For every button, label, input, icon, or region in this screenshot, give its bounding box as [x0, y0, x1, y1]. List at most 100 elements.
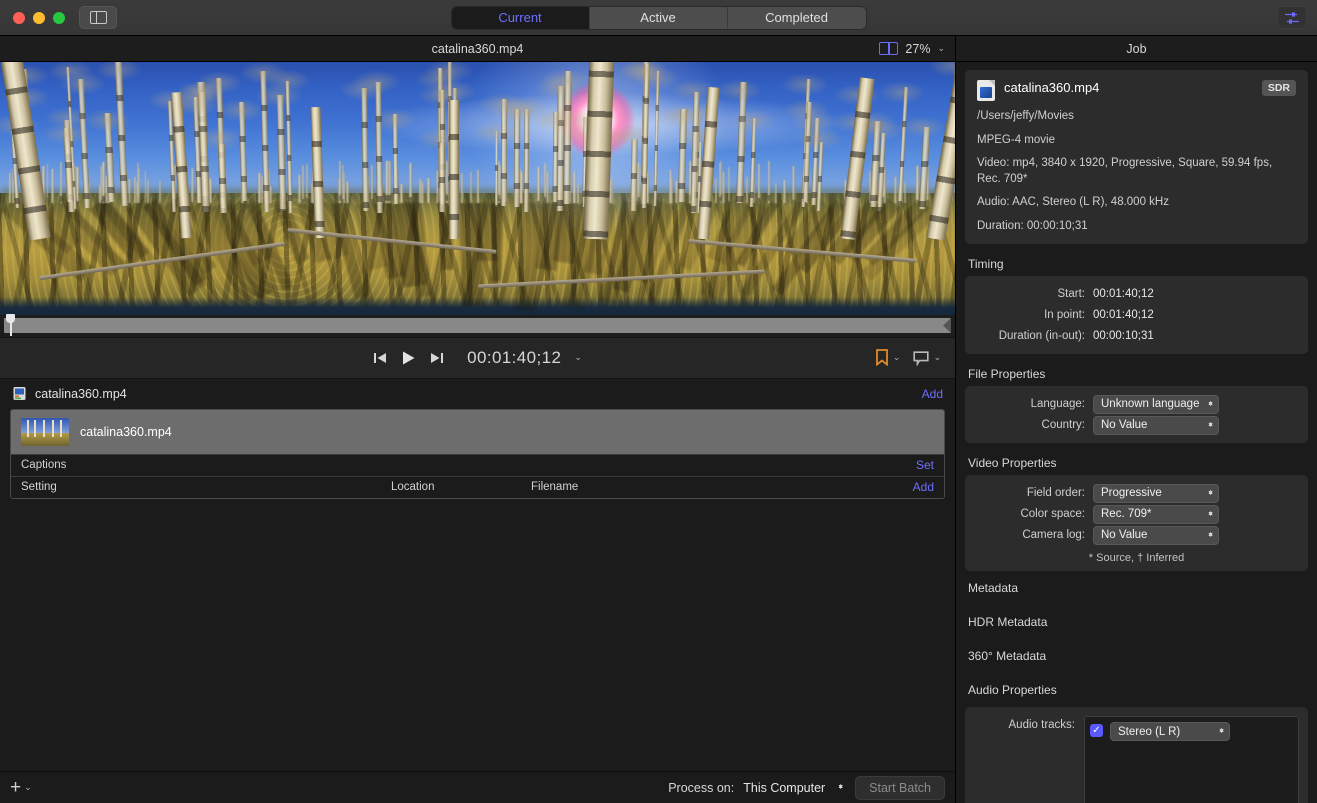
360-metadata-section-title[interactable]: 360° Metadata: [968, 639, 1308, 673]
go-to-start-button[interactable]: [373, 351, 388, 365]
captions-row[interactable]: Captions Set: [11, 454, 944, 476]
inspector-content[interactable]: catalina360.mp4 SDR /Users/jeffy/Movies …: [956, 62, 1317, 803]
batch-job-add-link[interactable]: Add: [922, 387, 943, 401]
batch-job-header-row[interactable]: catalina360.mp4 Add: [0, 379, 955, 409]
play-button[interactable]: [401, 350, 416, 366]
metadata-section-title[interactable]: Metadata: [968, 571, 1308, 605]
setting-add-link[interactable]: Add: [913, 480, 934, 494]
process-on-label: Process on:: [668, 781, 734, 795]
captions-label: Captions: [21, 459, 391, 471]
close-window-button[interactable]: [13, 12, 25, 24]
scrubber-end-cap: [943, 318, 951, 333]
camera-log-label: Camera log:: [975, 529, 1085, 541]
preview-title: catalina360.mp4: [432, 42, 524, 56]
inspector-header: Job: [956, 36, 1317, 62]
file-properties-row-language: Language: Unknown language ▲▼: [965, 394, 1308, 414]
zoom-window-button[interactable]: [53, 12, 65, 24]
playhead-handle[interactable]: [6, 314, 15, 336]
minimize-window-button[interactable]: [33, 12, 45, 24]
marker-chevron-down-icon[interactable]: ⌄: [893, 352, 901, 363]
job-card-filename: catalina360.mp4: [80, 425, 172, 439]
go-to-end-button[interactable]: [429, 351, 444, 365]
caption-bubble-icon: [913, 350, 929, 366]
setting-columns-row[interactable]: Setting Location Filename Add: [11, 476, 944, 498]
titlebar: Current Active Completed: [0, 0, 1317, 36]
video-preview[interactable]: [0, 62, 955, 315]
file-properties-row-country: Country: No Value ▲▼: [965, 415, 1308, 435]
compressor-window: Current Active Completed catalina360.mp4: [0, 0, 1317, 803]
caption-chevron-down-icon[interactable]: ⌄: [933, 352, 941, 363]
source-audio-summary: Audio: AAC, Stereo (L R), 48.000 kHz: [977, 195, 1296, 211]
country-value: No Value: [1101, 419, 1147, 431]
timing-rows: Start: 00:01:40;12 In point: 00:01:40;12…: [965, 276, 1308, 354]
job-card[interactable]: catalina360.mp4 Captions Set Setting Loc…: [10, 409, 945, 499]
up-down-arrows-icon: ▲▼: [1207, 535, 1214, 536]
start-batch-button[interactable]: Start Batch: [855, 776, 945, 800]
split-view-icon[interactable]: [879, 42, 898, 55]
video-properties-row-field-order: Field order: Progressive ▲▼: [965, 483, 1308, 503]
timecode-chevron-down-icon[interactable]: ⌄: [574, 352, 582, 363]
scrubber-track[interactable]: [4, 318, 951, 333]
inspector-toggle-button[interactable]: [1277, 6, 1307, 29]
hdr-metadata-section-title[interactable]: HDR Metadata: [968, 605, 1308, 639]
tab-completed[interactable]: Completed: [728, 7, 866, 29]
process-on-value: This Computer: [743, 781, 825, 795]
color-space-value: Rec. 709*: [1101, 508, 1152, 520]
marker-menu[interactable]: ⌄: [875, 349, 901, 366]
process-on-popup[interactable]: This Computer ▲▼: [743, 781, 844, 795]
job-card-main-row[interactable]: catalina360.mp4: [11, 410, 944, 454]
transport-right-controls: ⌄ ⌄: [875, 349, 941, 366]
column-header-filename: Filename: [531, 481, 913, 493]
batch-view-segmented-control[interactable]: Current Active Completed: [451, 6, 867, 30]
audio-tracks-list[interactable]: ✓ Stereo (L R) ▲▼: [1084, 716, 1299, 803]
source-duration: Duration: 00:00:10;31: [977, 219, 1296, 235]
source-video-summary: Video: mp4, 3840 x 1920, Progressive, Sq…: [977, 156, 1296, 187]
sidebar-toggle-button[interactable]: [79, 6, 117, 29]
preview-header: catalina360.mp4 27% ⌄: [0, 36, 955, 62]
up-down-arrows-icon: ▲▼: [1207, 514, 1214, 515]
timing-start-value[interactable]: 00:01:40;12: [1093, 288, 1154, 300]
inspector-title: Job: [1126, 42, 1146, 56]
audio-track-popup[interactable]: Stereo (L R) ▲▼: [1110, 722, 1230, 741]
timing-in-point-value[interactable]: 00:01:40;12: [1093, 309, 1154, 321]
timing-duration-value[interactable]: 00:00:10;31: [1093, 330, 1154, 342]
field-order-popup[interactable]: Progressive ▲▼: [1093, 484, 1219, 503]
batch-empty-area[interactable]: [0, 499, 955, 772]
captions-set-link[interactable]: Set: [916, 458, 934, 472]
current-timecode[interactable]: 00:01:40;12: [467, 348, 561, 368]
bookmark-marker-icon: [875, 349, 889, 366]
caption-menu[interactable]: ⌄: [913, 350, 941, 366]
source-file-card: catalina360.mp4 SDR /Users/jeffy/Movies …: [965, 70, 1308, 244]
video-frame-360-forest: [0, 62, 955, 315]
sliders-icon: [1284, 11, 1300, 25]
camera-log-popup[interactable]: No Value ▲▼: [1093, 526, 1219, 545]
chevron-down-icon[interactable]: ⌄: [937, 43, 945, 54]
batch-list: catalina360.mp4 Add c: [0, 379, 955, 772]
source-file-kind: MPEG-4 movie: [977, 133, 1296, 149]
color-space-popup[interactable]: Rec. 709* ▲▼: [1093, 505, 1219, 524]
language-value: Unknown language: [1101, 398, 1199, 410]
audio-track-checkbox[interactable]: ✓: [1090, 724, 1103, 737]
color-space-label: Color space:: [975, 508, 1085, 520]
audio-track-value: Stereo (L R): [1118, 726, 1180, 738]
add-job-chevron-down-icon[interactable]: ⌄: [24, 782, 32, 793]
column-header-location: Location: [391, 481, 531, 493]
field-order-value: Progressive: [1101, 487, 1162, 499]
tab-current[interactable]: Current: [452, 7, 590, 29]
country-popup[interactable]: No Value ▲▼: [1093, 416, 1219, 435]
up-down-arrows-icon: ▲▼: [837, 787, 844, 788]
job-icon: [12, 386, 27, 401]
timing-row-start: Start: 00:01:40;12: [965, 284, 1308, 304]
titlebar-right-controls: [1277, 6, 1307, 29]
source-file-header: catalina360.mp4 SDR: [977, 80, 1296, 101]
add-job-button[interactable]: +: [10, 778, 21, 797]
inspector-pane: Job catalina360.mp4 SDR /Users/jeffy/Mov…: [955, 36, 1317, 803]
tab-active[interactable]: Active: [590, 7, 728, 29]
skip-to-end-icon: [429, 351, 444, 365]
scrubber-row[interactable]: [0, 315, 955, 337]
zoom-level-value[interactable]: 27%: [905, 42, 930, 56]
country-label: Country:: [975, 419, 1085, 431]
dynamic-range-badge: SDR: [1262, 80, 1296, 96]
language-popup[interactable]: Unknown language ▲▼: [1093, 395, 1219, 414]
video-properties-row-color-space: Color space: Rec. 709* ▲▼: [965, 504, 1308, 524]
